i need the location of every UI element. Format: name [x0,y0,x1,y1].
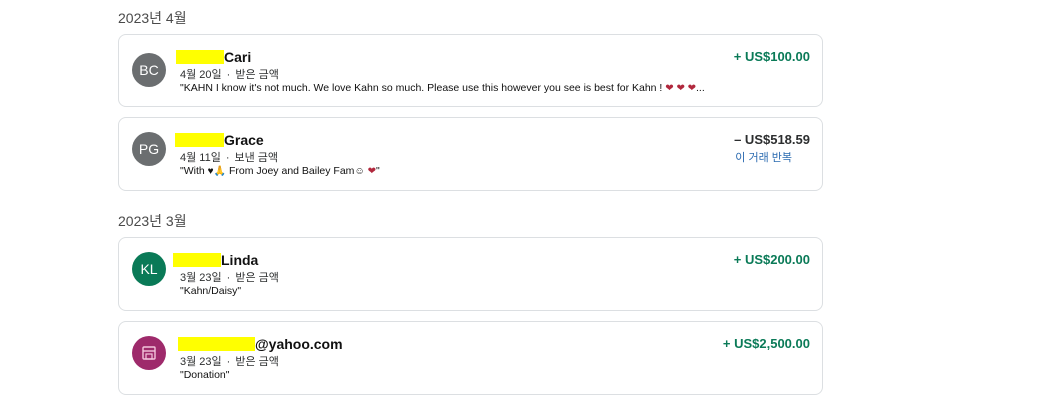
red-heart-icon: ❤ [367,166,376,177]
transaction-meta: 3월 23일 · 받은 금액 [180,272,279,284]
transaction-date: 3월 23일 [180,272,222,284]
transaction-type: 받은 금액 [235,356,279,368]
storefront-icon [142,346,156,360]
counterparty-name: @yahoo.com [255,336,343,352]
transaction-row[interactable]: @yahoo.com 3월 23일 · 받은 금액 "Donation" + US$… [118,321,823,395]
transaction-type: 받은 금액 [235,272,279,284]
transaction-amount: + US$2,500.00 [722,336,810,351]
transaction-row[interactable]: PG Grace 4월 11일 · 보낸 금액 "With ♥🙏 From Joey… [118,117,823,191]
avatar: BC [132,53,166,87]
counterparty-name: Linda [221,252,259,268]
month-header-april: 2023년 4월 [118,10,187,26]
redaction-block [175,133,224,147]
redaction-block [173,253,221,267]
redaction-block [176,50,224,64]
transaction-type: 받은 금액 [235,69,279,81]
transaction-date: 4월 20일 [180,69,222,81]
avatar: PG [132,132,166,166]
counterparty-name: Cari [224,49,252,65]
transaction-note: "Donation" [180,369,230,381]
repeat-transaction-link[interactable]: 이 거래 반복 [735,149,792,165]
transaction-amount: + US$100.00 [733,49,810,64]
transaction-date: 4월 11일 [180,152,221,164]
counterparty-name: Grace [224,132,264,148]
transaction-meta: 4월 11일 · 보낸 금액 [180,152,279,164]
redaction-block [178,337,255,351]
transaction-meta: 3월 23일 · 받은 금액 [180,356,279,368]
transaction-note: "With ♥🙏 From Joey and Bailey Fam☺ ❤" [180,165,380,177]
transaction-note: "KAHN I know it's not much. We love Kahn… [180,82,705,94]
transaction-row[interactable]: BC Cari 4월 20일 · 받은 금액 "KAHN I know it's n… [118,34,823,107]
avatar: KL [132,252,166,286]
face-icon: ☺ [354,166,365,177]
transaction-date: 3월 23일 [180,356,222,368]
transaction-amount: + US$200.00 [733,252,810,267]
transaction-amount: – US$518.59 [734,132,810,147]
transaction-note: "Kahn/Daisy" [180,285,242,297]
storefront-icon [132,336,166,370]
transaction-type: 보낸 금액 [234,152,279,164]
praying-hands-icon: 🙏 [213,166,227,177]
heart-icon: ❤ ❤ ❤ [665,83,696,94]
transaction-meta: 4월 20일 · 받은 금액 [180,69,279,81]
month-header-march: 2023년 3월 [118,213,187,229]
transaction-row[interactable]: KL Linda 3월 23일 · 받은 금액 "Kahn/Daisy" + US$… [118,237,823,311]
